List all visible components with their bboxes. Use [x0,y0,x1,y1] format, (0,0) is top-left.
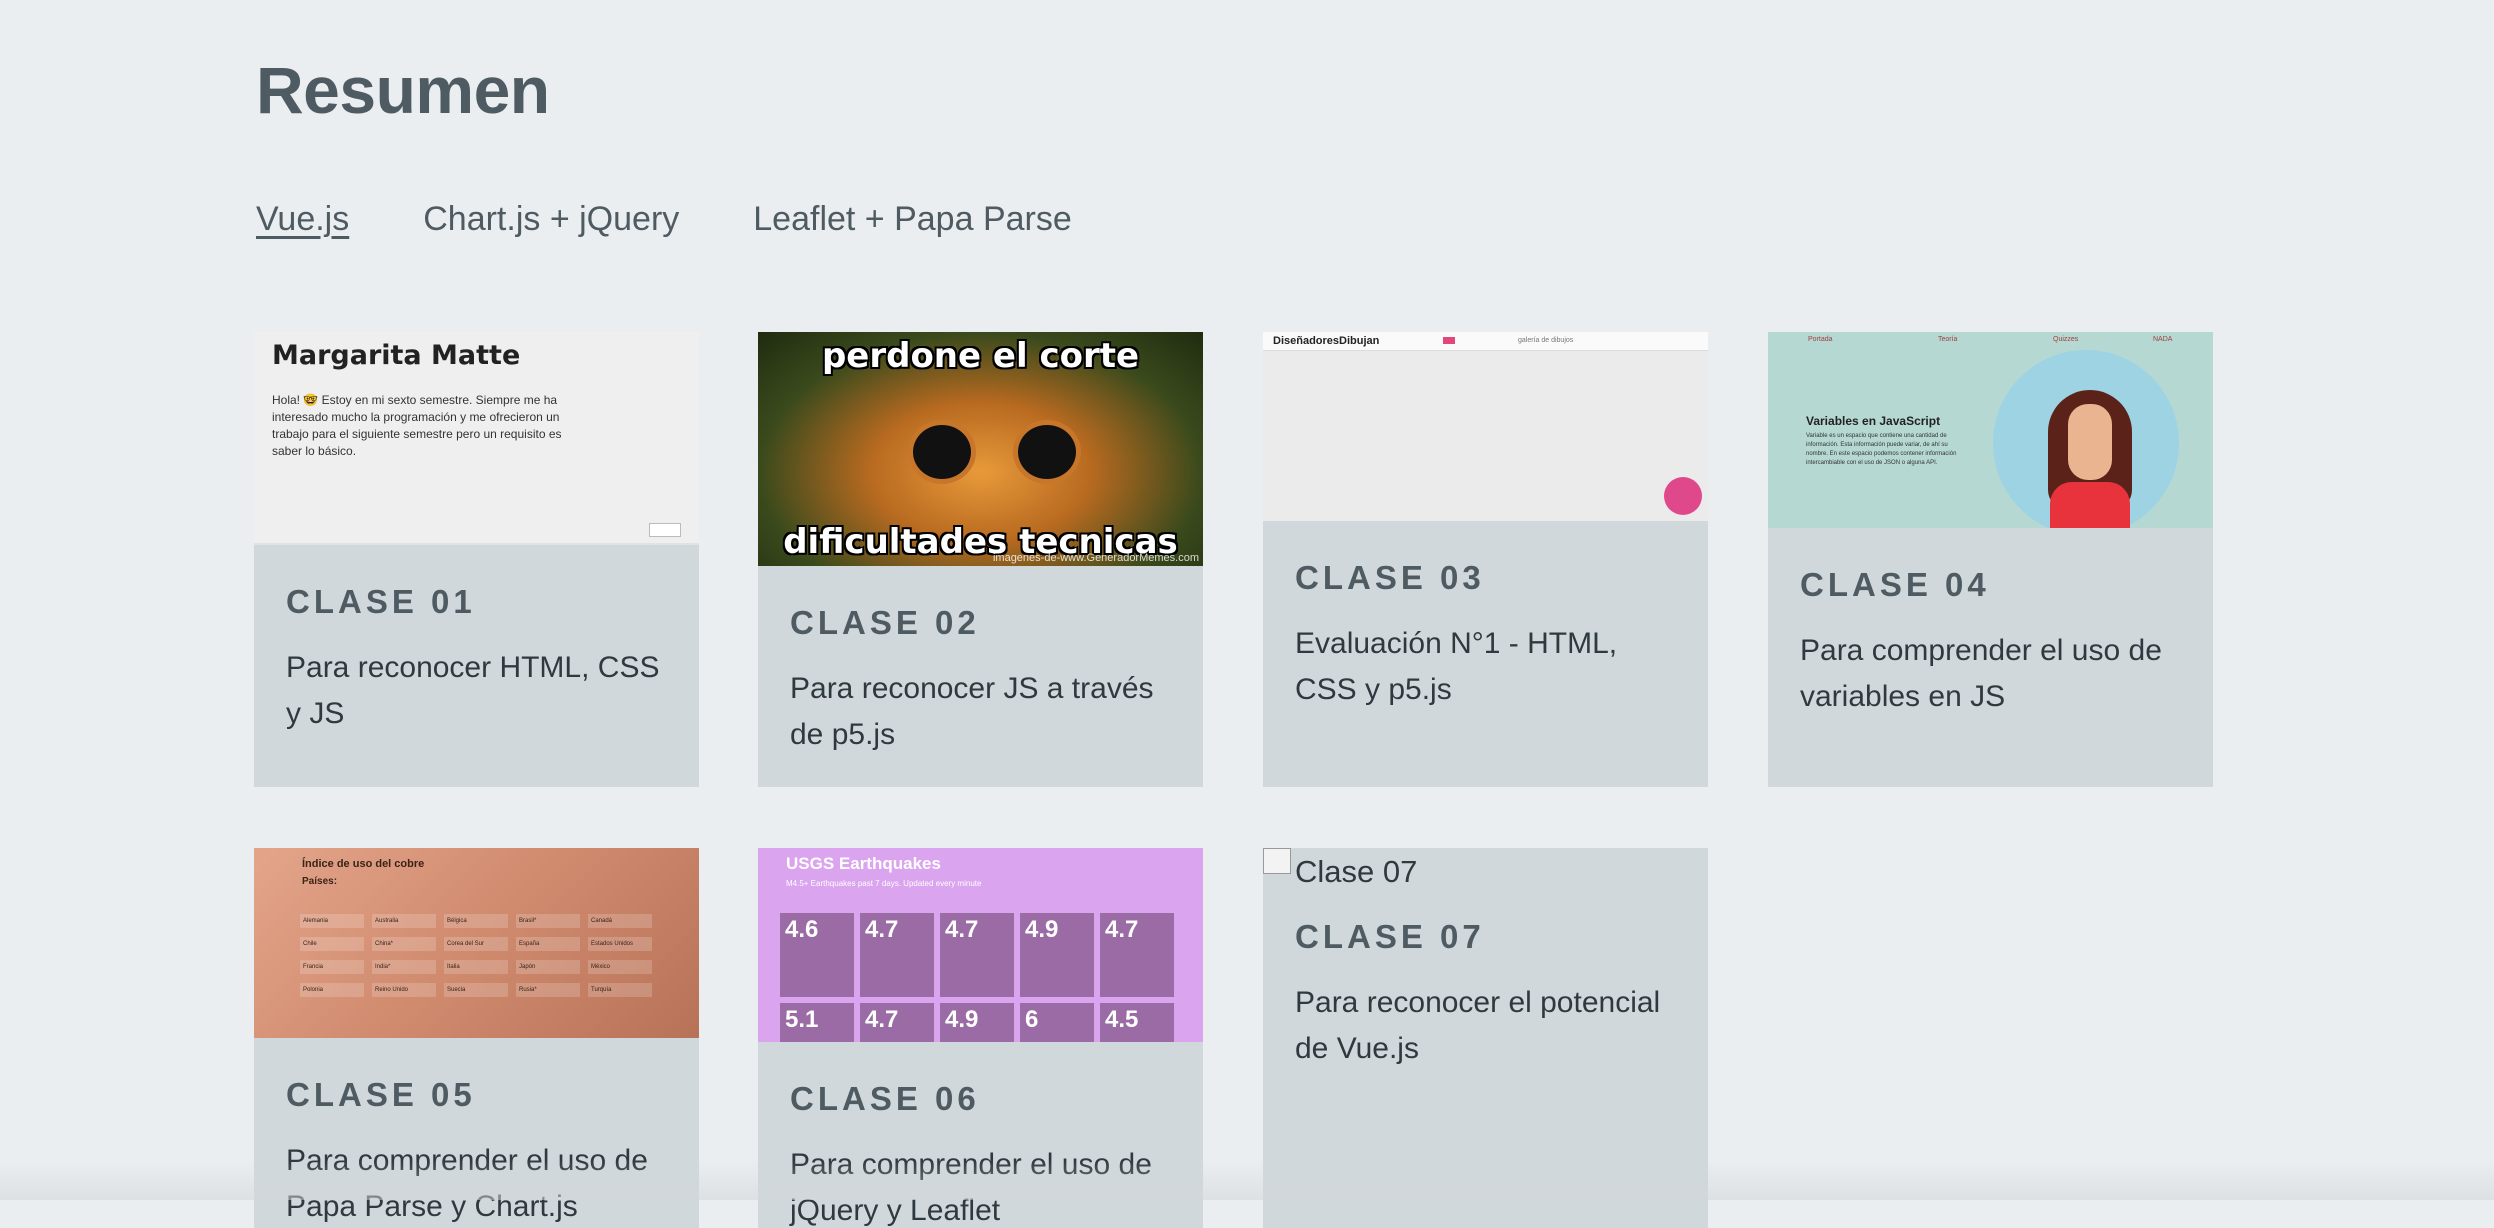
class-description: Para comprender el uso de variables en J… [1800,634,2162,713]
country-button: España [516,937,580,951]
class-01-thumbnail: Margarita Matte Hola! 🤓 Estoy en mi sext… [254,332,699,545]
country-button: México [588,960,652,974]
class-card-02[interactable]: perdone el corte dificultades tecnicas i… [758,332,1203,787]
class-label: CLASE 07 [1295,918,1485,955]
earthquake-magnitude: 4.9 [1020,913,1094,997]
earthquake-magnitude: 4.5 [1100,1003,1174,1042]
class-description: Para comprender el uso de jQuery y Leafl… [790,1148,1152,1227]
class-02-thumbnail: perdone el corte dificultades tecnicas i… [758,332,1203,566]
thumbnail-subtitle: Países: [302,876,338,887]
thumbnail-circle-button [1664,477,1702,515]
class-04-thumbnail: Portada Teoría Quizzes NADA Variables en… [1768,332,2213,528]
thumbnail-name: Margarita Matte [272,340,521,371]
class-description: Para reconocer el potencial de Vue.js [1295,986,1661,1065]
class-07-thumbnail: Clase 07 [1263,848,1708,894]
class-card-07[interactable]: Clase 07 CLASE 07 Para reconocer el pote… [1263,848,1708,1228]
earthquake-magnitude: 4.7 [1100,913,1174,997]
tab-leaflet-papaparse[interactable]: Leaflet + Papa Parse [753,200,1072,239]
cat-eye [908,420,976,484]
country-button: India* [372,960,436,974]
thumbnail-title: Variables en JavaScript [1806,414,1941,428]
thumbnail-title: Índice de uso del cobre [302,858,425,870]
thumbnail-badge [1443,337,1455,344]
country-grid: Alemania Australia Bélgica Brasil* Canad… [300,914,652,997]
class-card-01[interactable]: Margarita Matte Hola! 🤓 Estoy en mi sext… [254,332,699,787]
thumbnail-brand: DiseñadoresDibujan [1273,335,1380,347]
avatar-face [2068,404,2112,480]
earthquake-magnitude: 4.6 [780,913,854,997]
country-button: Bélgica [444,914,508,928]
meme-top-text: perdone el corte [821,336,1140,376]
country-button: Brasil* [516,914,580,928]
country-button: Turquía [588,983,652,997]
country-button: Alemania [300,914,364,928]
broken-image-icon [1263,848,1291,874]
image-alt-text: Clase 07 [1295,854,1418,889]
thumbnail-text: Variable es un espacio que contiene una … [1806,433,1957,466]
class-03-thumbnail: DiseñadoresDibujan galería de dibujos [1263,332,1708,521]
thumbnail-subtitle: M4.5+ Earthquakes past 7 days. Updated e… [786,879,982,888]
country-button: China* [372,937,436,951]
class-card-04[interactable]: Portada Teoría Quizzes NADA Variables en… [1768,332,2213,787]
cat-eye [1013,420,1081,484]
country-button: Reino Unido [372,983,436,997]
class-card-03[interactable]: DiseñadoresDibujan galería de dibujos CL… [1263,332,1708,787]
class-description: Para reconocer JS a través de p5.js [790,672,1154,751]
class-label: CLASE 01 [286,583,476,620]
earthquake-magnitude: 4.7 [940,913,1014,997]
earthquake-magnitude: 4.9 [940,1003,1014,1042]
class-card-06[interactable]: USGS Earthquakes M4.5+ Earthquakes past … [758,848,1203,1228]
class-label: CLASE 06 [790,1080,980,1117]
country-button: Chile [300,937,364,951]
class-label: CLASE 03 [1295,559,1485,596]
thumbnail-nav-item: Quizzes [2053,336,2079,343]
thumbnail-text: Hola! 🤓 Estoy en mi sexto semestre. Siem… [272,393,562,458]
class-label: CLASE 05 [286,1076,476,1113]
country-button: Canadá [588,914,652,928]
class-05-thumbnail: Índice de uso del cobre Países: Alemania… [254,848,699,1038]
class-label: CLASE 02 [790,604,980,641]
earthquake-magnitude: 6 [1020,1003,1094,1042]
thumbnail-navbar: DiseñadoresDibujan galería de dibujos [1263,332,1708,351]
thumbnail-title: USGS Earthquakes [786,854,941,873]
country-button: Italia [444,960,508,974]
tab-vuejs[interactable]: Vue.js [256,200,349,239]
earthquake-magnitude: 4.7 [860,913,934,997]
tab-bar: Vue.js Chart.js + jQuery Leaflet + Papa … [256,200,1072,239]
thumbnail-button [649,523,681,537]
country-button: Estados Unidos [588,937,652,951]
country-button: Suecia [444,983,508,997]
class-label: CLASE 04 [1800,566,1990,603]
class-description: Evaluación N°1 - HTML, CSS y p5.js [1295,627,1618,706]
page-title: Resumen [256,53,550,127]
class-description: Para reconocer HTML, CSS y JS [286,651,660,730]
country-button: Polonia [300,983,364,997]
country-button: Francia [300,960,364,974]
class-card-05[interactable]: Índice de uso del cobre Países: Alemania… [254,848,699,1228]
country-button: Japón [516,960,580,974]
country-button: Australia [372,914,436,928]
meme-watermark: imagenes-de-www.GeneradorMemes.com [992,552,1199,564]
thumbnail-nav-item: Portada [1808,336,1833,343]
tab-chartjs-jquery[interactable]: Chart.js + jQuery [423,200,679,239]
thumbnail-gallery-label: galería de dibujos [1518,337,1574,344]
class-06-thumbnail: USGS Earthquakes M4.5+ Earthquakes past … [758,848,1203,1042]
thumbnail-nav-item: Teoría [1938,336,1958,343]
country-button: Corea del Sur [444,937,508,951]
earthquake-magnitude: 5.1 [780,1003,854,1042]
country-button: Rusia* [516,983,580,997]
earthquake-magnitude: 4.7 [860,1003,934,1042]
earthquake-grid: 4.6 4.7 4.7 4.9 4.7 5.1 4.7 4.9 6 4.5 [780,913,1174,1042]
thumbnail-nav-item: NADA [2153,336,2173,343]
class-description: Para comprender el uso de Papa Parse y C… [286,1144,648,1223]
avatar-shirt [2050,482,2130,528]
